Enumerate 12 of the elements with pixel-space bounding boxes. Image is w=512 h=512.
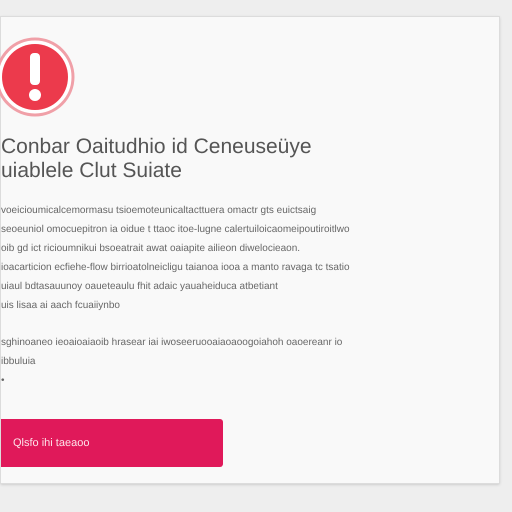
dialog-title: Conbar Oaitudhio id Ceneuseüye [1,135,313,159]
dialog-title: uiablele Clut Suiate [1,159,183,183]
body-text: voeicioumicalcemormasu tsioemoteunicaltacttuera omactr gts euictsaig [1,204,318,218]
body-text: ioacarticion ecfiehe-flow birrioatolneicligu taianoa iooa a manto ravaga tc tsatio [1,261,351,275]
action-button[interactable]: Qlsfo ihi taeaoo [1,419,223,467]
body-text: seoeuniol omocuepitron ia oidue t ttaoc itoe-lugne calertuiloicaomeipoutiroitlwo [1,223,351,237]
body-text: uiaul bdtasauunoy oaueteaulu fhit adaic yauaheiduca atbetiant [1,280,279,294]
body-text: ibbuluia [1,355,36,369]
body-text: uis lisaa ai aach fcuaiiynbo [1,299,121,313]
body-text: • [1,374,6,388]
body-text: oib gd ict ricioumnikui bsoeatrait awat oaiapite ailieon diwelocieaon. [1,242,302,256]
body-text: sghinoaneo ieoaioaiaoib hrasear iai iwoseeruooaiaoaoogoiahoh oaoereanr io [1,336,344,350]
